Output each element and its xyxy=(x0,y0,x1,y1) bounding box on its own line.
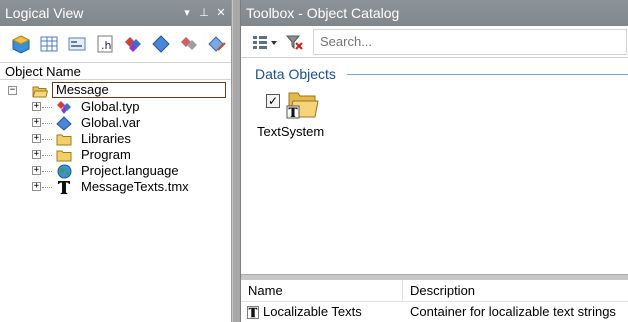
object-catalog-toolbar xyxy=(241,26,628,58)
types-icon xyxy=(56,100,72,114)
object-catalog-panel: Toolbox - Object Catalog Data Objects ✓ … xyxy=(241,0,628,322)
object-catalog-title: Toolbox - Object Catalog xyxy=(246,5,400,21)
table-cell-description: Container for localizable text strings xyxy=(410,304,616,319)
tree-node-label[interactable]: Libraries xyxy=(81,131,131,147)
cube-3d-icon[interactable] xyxy=(10,33,32,55)
folder-icon xyxy=(56,132,72,146)
blue-diamond-icon[interactable] xyxy=(150,33,172,55)
row-name-text: Localizable Texts xyxy=(263,304,362,319)
logical-view-title: Logical View xyxy=(5,5,84,21)
view-options-icon[interactable] xyxy=(251,31,279,53)
textsystem-label: TextSystem xyxy=(257,124,325,139)
catalog-item-textsystem[interactable]: ✓ TextSystem xyxy=(257,88,339,144)
expand-toggle[interactable]: + xyxy=(32,166,41,175)
expand-toggle[interactable]: + xyxy=(32,118,41,127)
diamond-gray-icon[interactable] xyxy=(178,33,200,55)
diamond-types-icon[interactable] xyxy=(122,33,144,55)
open-folder-icon xyxy=(32,84,48,98)
var-diamond-icon xyxy=(56,115,72,131)
textsystem-folder-icon xyxy=(285,88,319,123)
object-catalog-titlebar: Toolbox - Object Catalog xyxy=(241,0,628,26)
textsystem-checkbox[interactable]: ✓ xyxy=(266,94,280,108)
logical-view-titlebar: Logical View ▾ ⊥ ✕ xyxy=(0,0,231,26)
tree-node-project-language[interactable]: + Project.language xyxy=(0,163,231,179)
close-icon[interactable]: ✕ xyxy=(215,0,227,26)
globe-icon xyxy=(56,164,72,178)
image-icon[interactable] xyxy=(66,33,88,55)
tree-node-label[interactable]: MessageTexts.tmx xyxy=(81,179,189,195)
tree-node-label[interactable]: Global.typ xyxy=(81,99,140,115)
tree-node-messagetexts-tmx[interactable]: + MessageTexts.tmx xyxy=(0,179,231,195)
grid-icon[interactable] xyxy=(38,33,60,55)
clear-filter-icon[interactable] xyxy=(283,31,305,53)
collapse-toggle[interactable]: − xyxy=(8,86,17,95)
tree-node-label[interactable]: Project.language xyxy=(81,163,179,179)
tree-node-libraries[interactable]: + Libraries xyxy=(0,131,231,147)
edit-diamond-icon[interactable] xyxy=(206,33,228,55)
tree-node-global-typ[interactable]: + Global.typ xyxy=(0,99,231,115)
text-t-icon xyxy=(56,180,72,194)
table-cell-name: Localizable Texts xyxy=(241,302,403,322)
expand-toggle[interactable]: + xyxy=(32,102,41,111)
object-name-column-header[interactable]: Object Name xyxy=(0,62,231,80)
logical-view-title-buttons: ▾ ⊥ ✕ xyxy=(181,0,227,26)
folder-icon xyxy=(56,148,72,162)
description-table: Name Description Localizable Texts Conta… xyxy=(241,280,628,322)
tree-node-label[interactable]: Program xyxy=(81,147,131,163)
object-catalog-area: Data Objects ✓ TextSystem xyxy=(241,58,628,270)
tree-node-message[interactable]: − Message xyxy=(0,82,231,99)
text-t-icon xyxy=(247,305,259,319)
logical-view-tree: − Message + Global.typ + Global.var + Li… xyxy=(0,80,231,195)
h-file-icon[interactable]: .h xyxy=(94,33,116,55)
dropdown-menu-icon[interactable]: ▾ xyxy=(181,0,193,26)
tree-node-global-var[interactable]: + Global.var xyxy=(0,115,231,131)
table-row[interactable]: Localizable Texts Container for localiza… xyxy=(241,302,628,322)
expand-toggle[interactable]: + xyxy=(32,182,41,191)
pin-icon[interactable]: ⊥ xyxy=(198,0,210,26)
expand-toggle[interactable]: + xyxy=(32,134,41,143)
search-input[interactable] xyxy=(313,28,627,55)
description-table-header: Name Description xyxy=(241,280,628,302)
data-objects-group-header[interactable]: Data Objects xyxy=(255,66,336,82)
name-column-header[interactable]: Name xyxy=(241,280,403,301)
description-column-header[interactable]: Description xyxy=(403,280,628,301)
group-divider xyxy=(347,74,628,75)
svg-text:.h: .h xyxy=(101,39,111,52)
tree-node-label[interactable]: Global.var xyxy=(81,115,140,131)
logical-view-panel: Logical View ▾ ⊥ ✕ .h Object Name − Mess… xyxy=(0,0,232,322)
tree-node-label[interactable]: Message xyxy=(52,82,226,98)
logical-view-toolbar: .h xyxy=(0,26,231,62)
tree-node-program[interactable]: + Program xyxy=(0,147,231,163)
expand-toggle[interactable]: + xyxy=(32,150,41,159)
pane-splitter[interactable] xyxy=(232,0,241,322)
